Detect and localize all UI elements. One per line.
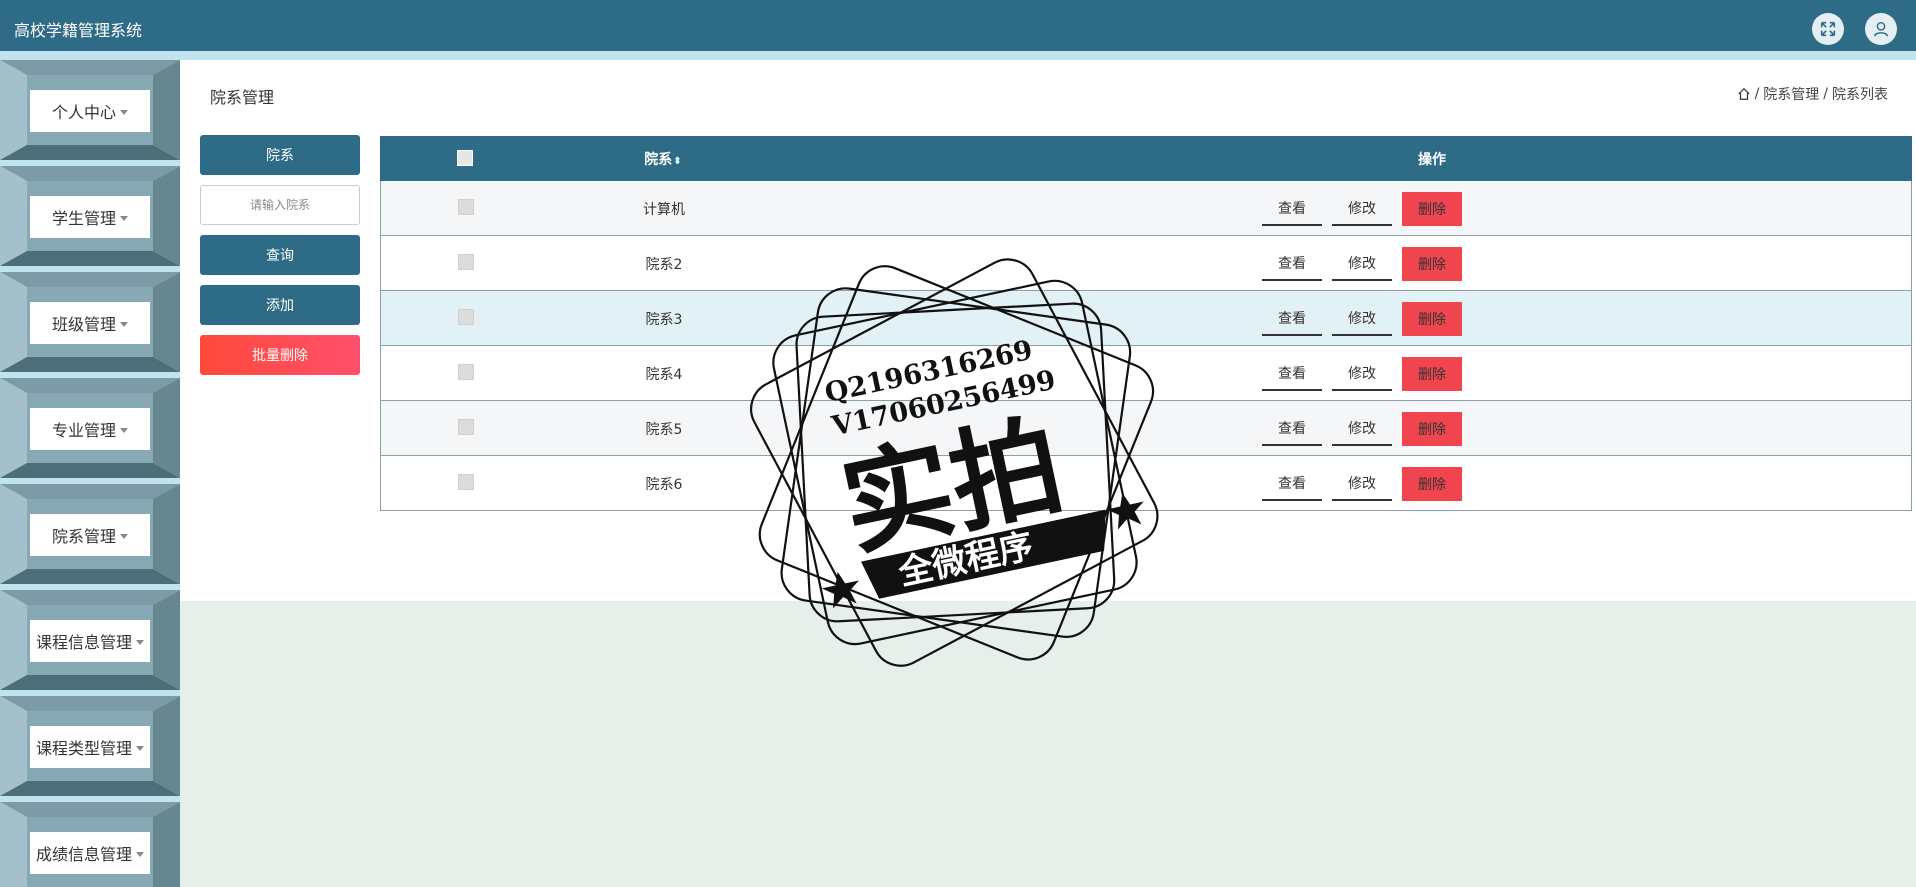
- query-button[interactable]: 查询: [200, 235, 360, 275]
- chevron-down-icon: [136, 851, 144, 857]
- main-panel: 院系管理 / 院系管理 / 院系列表 院系 查询 添加 批量删除 院系⬍ 操作 …: [180, 60, 1916, 601]
- column-header-actions: 操作: [1418, 152, 1446, 168]
- view-button[interactable]: 查看: [1262, 412, 1322, 446]
- sidebar-item-major-management[interactable]: 专业管理: [0, 378, 180, 484]
- sidebar-item-label: 个人中心: [51, 103, 116, 122]
- sort-icon[interactable]: ⬍: [673, 156, 681, 167]
- row-checkbox[interactable]: [458, 199, 474, 215]
- chevron-down-icon: [120, 215, 128, 221]
- breadcrumb: / 院系管理 / 院系列表: [1737, 84, 1888, 104]
- chevron-down-icon: [120, 109, 128, 115]
- cell-department-name: 计算机: [643, 202, 685, 218]
- view-button[interactable]: 查看: [1262, 467, 1322, 501]
- chevron-down-icon: [120, 533, 128, 539]
- cell-department-name: 院系4: [645, 367, 683, 383]
- table-row: 院系4 查看 修改 删除: [380, 346, 1912, 401]
- page-title: 院系管理: [210, 88, 275, 107]
- sidebar-item-grade-info-management[interactable]: 成绩信息管理: [0, 802, 180, 887]
- row-checkbox[interactable]: [458, 254, 474, 270]
- sidebar-item-department-management[interactable]: 院系管理: [0, 484, 180, 590]
- cell-department-name: 院系3: [645, 312, 683, 328]
- chevron-down-icon: [136, 639, 144, 645]
- delete-button[interactable]: 删除: [1402, 412, 1462, 446]
- delete-button[interactable]: 删除: [1402, 302, 1462, 336]
- sidebar-item-class-management[interactable]: 班级管理: [0, 272, 180, 378]
- delete-button[interactable]: 删除: [1402, 192, 1462, 226]
- header-strip: [0, 51, 1916, 60]
- add-button[interactable]: 添加: [200, 285, 360, 325]
- view-button[interactable]: 查看: [1262, 302, 1322, 336]
- department-table: 院系⬍ 操作 计算机 查看 修改 删除 院系2 查看 修改 删除 院系3 查看 …: [380, 136, 1912, 511]
- sidebar: 个人中心 学生管理 班级管理 专业管理 院系管理 课程信息管理 课程类型管理 成…: [0, 60, 180, 887]
- row-checkbox[interactable]: [458, 309, 474, 325]
- cell-department-name: 院系6: [645, 477, 683, 493]
- delete-button[interactable]: 删除: [1402, 247, 1462, 281]
- home-icon[interactable]: [1737, 87, 1751, 101]
- edit-button[interactable]: 修改: [1332, 412, 1392, 446]
- chevron-down-icon: [120, 427, 128, 433]
- breadcrumb-separator: /: [1754, 86, 1760, 102]
- row-checkbox[interactable]: [458, 474, 474, 490]
- edit-button[interactable]: 修改: [1332, 247, 1392, 281]
- select-all-checkbox[interactable]: [457, 150, 473, 166]
- edit-button[interactable]: 修改: [1332, 192, 1392, 226]
- breadcrumb-separator: /: [1823, 86, 1828, 102]
- table-row: 院系3 查看 修改 删除: [380, 291, 1912, 346]
- view-button[interactable]: 查看: [1262, 247, 1322, 281]
- sidebar-item-student-management[interactable]: 学生管理: [0, 166, 180, 272]
- sidebar-item-course-type-management[interactable]: 课程类型管理: [0, 696, 180, 802]
- edit-button[interactable]: 修改: [1332, 302, 1392, 336]
- batch-delete-button[interactable]: 批量删除: [200, 335, 360, 375]
- fullscreen-button[interactable]: [1812, 13, 1844, 45]
- table-row: 计算机 查看 修改 删除: [380, 181, 1912, 236]
- cell-department-name: 院系2: [645, 257, 683, 273]
- department-search-input[interactable]: [200, 185, 360, 225]
- top-header: 高校学籍管理系统: [0, 0, 1916, 60]
- sidebar-item-label: 院系管理: [51, 527, 116, 546]
- chevron-down-icon: [120, 321, 128, 327]
- view-button[interactable]: 查看: [1262, 192, 1322, 226]
- column-header-department[interactable]: 院系⬍: [588, 149, 738, 169]
- chevron-down-icon: [136, 745, 144, 751]
- sidebar-item-label: 课程类型管理: [35, 739, 132, 758]
- app-title: 高校学籍管理系统: [14, 21, 143, 40]
- edit-button[interactable]: 修改: [1332, 357, 1392, 391]
- search-field-label: 院系: [200, 135, 360, 175]
- sidebar-item-label: 学生管理: [51, 209, 116, 228]
- table-header: 院系⬍ 操作: [380, 136, 1912, 181]
- user-icon: [1873, 21, 1889, 37]
- edit-button[interactable]: 修改: [1332, 467, 1392, 501]
- expand-icon: [1820, 21, 1836, 37]
- cell-department-name: 院系5: [645, 422, 683, 438]
- delete-button[interactable]: 删除: [1402, 467, 1462, 501]
- row-checkbox[interactable]: [458, 419, 474, 435]
- user-avatar-button[interactable]: [1865, 13, 1897, 45]
- sidebar-item-label: 课程信息管理: [35, 633, 132, 652]
- breadcrumb-level2: 院系列表: [1832, 87, 1888, 103]
- view-button[interactable]: 查看: [1262, 357, 1322, 391]
- sidebar-item-label: 班级管理: [51, 315, 116, 334]
- sidebar-item-course-info-management[interactable]: 课程信息管理: [0, 590, 180, 696]
- sidebar-item-personal-center[interactable]: 个人中心: [0, 60, 180, 166]
- breadcrumb-level1[interactable]: 院系管理: [1763, 84, 1819, 104]
- table-row: 院系6 查看 修改 删除: [380, 456, 1912, 511]
- delete-button[interactable]: 删除: [1402, 357, 1462, 391]
- row-checkbox[interactable]: [458, 364, 474, 380]
- table-row: 院系2 查看 修改 删除: [380, 236, 1912, 291]
- sidebar-item-label: 成绩信息管理: [35, 845, 132, 864]
- sidebar-item-label: 专业管理: [51, 421, 116, 440]
- table-row: 院系5 查看 修改 删除: [380, 401, 1912, 456]
